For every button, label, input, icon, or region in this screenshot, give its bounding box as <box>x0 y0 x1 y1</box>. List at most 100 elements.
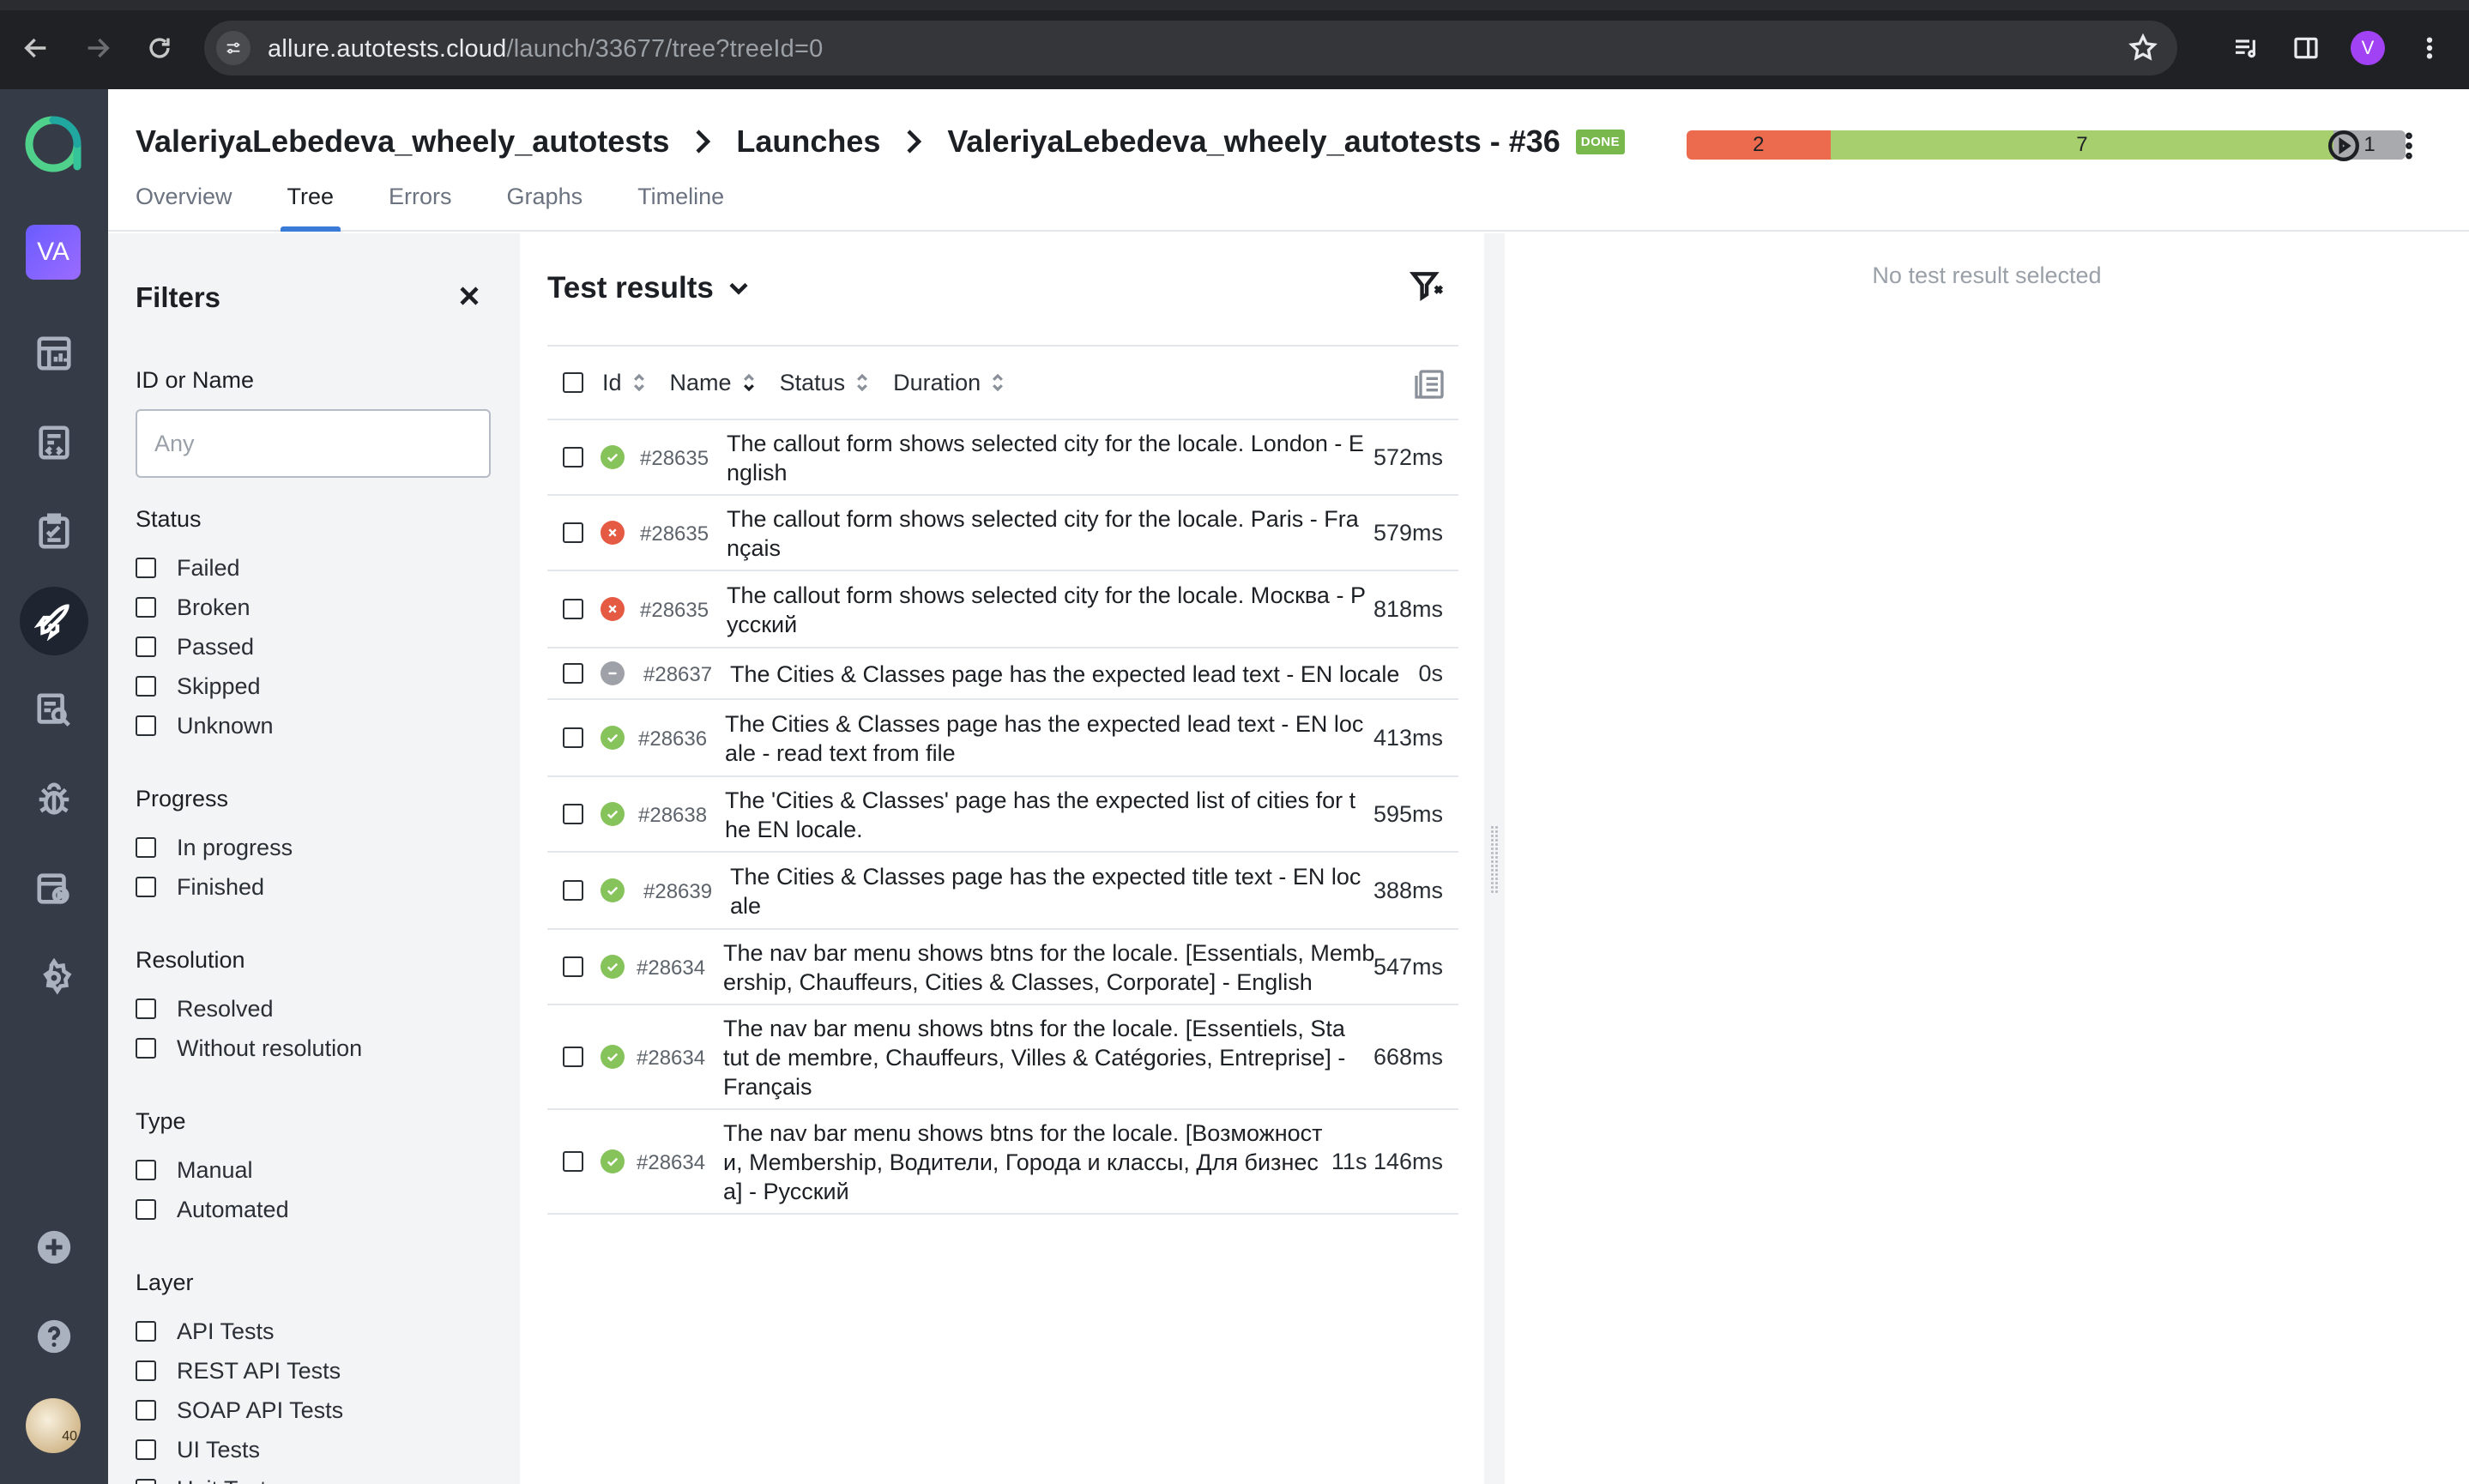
url-text[interactable]: allure.autotests.cloud/launch/33677/tree… <box>268 35 823 63</box>
filter-checkbox[interactable] <box>136 998 156 1019</box>
side-panel-button[interactable] <box>2285 27 2327 69</box>
address-bar[interactable]: allure.autotests.cloud/launch/33677/tree… <box>204 21 2177 75</box>
filter-checkbox[interactable] <box>136 1400 156 1421</box>
filter-option[interactable]: Manual <box>136 1150 289 1190</box>
row-checkbox[interactable] <box>563 1151 583 1172</box>
table-row[interactable]: #28634 The nav bar menu shows btns for th… <box>547 930 1458 1005</box>
panel-resize-handle[interactable] <box>1484 233 1505 1484</box>
breadcrumb-launches[interactable]: Launches <box>736 124 880 160</box>
forward-button[interactable] <box>77 27 118 69</box>
workspace-switcher[interactable]: VA <box>26 225 81 280</box>
row-checkbox[interactable] <box>563 599 583 619</box>
create-button[interactable] <box>20 1213 88 1282</box>
filter-option[interactable]: Finished <box>136 867 293 907</box>
table-row[interactable]: #28639 The Cities & Classes page has the … <box>547 853 1458 930</box>
filter-option[interactable]: Passed <box>136 627 274 667</box>
test-cases-icon <box>39 425 69 460</box>
table-row[interactable]: #28634 The nav bar menu shows btns for th… <box>547 1005 1458 1110</box>
filter-option[interactable]: Skipped <box>136 667 274 706</box>
filter-checkbox[interactable] <box>136 597 156 618</box>
select-all-checkbox[interactable] <box>563 372 583 393</box>
tab-errors[interactable]: Errors <box>389 184 452 232</box>
nav-analytics[interactable] <box>20 676 88 745</box>
filter-checkbox[interactable] <box>136 1038 156 1059</box>
bookmark-star-icon[interactable] <box>2128 33 2158 63</box>
reload-button[interactable] <box>139 27 180 69</box>
nav-jobs[interactable] <box>20 854 88 923</box>
filter-option[interactable]: REST API Tests <box>136 1351 343 1390</box>
launch-statistic-bar[interactable]: 2 7 1 <box>1687 130 2406 160</box>
reading-list-button[interactable] <box>2225 27 2267 69</box>
column-id[interactable]: Id <box>602 370 646 396</box>
rerun-button[interactable] <box>2321 124 2366 168</box>
allure-logo[interactable] <box>24 115 82 173</box>
filter-option[interactable]: Without resolution <box>136 1029 362 1068</box>
sort-icon <box>993 373 1004 392</box>
filter-checkbox[interactable] <box>136 558 156 578</box>
tab-graphs[interactable]: Graphs <box>507 184 583 232</box>
nav-defects[interactable] <box>20 765 88 834</box>
table-row[interactable]: #28635 The callout form shows selected ci… <box>547 496 1458 571</box>
row-checkbox[interactable] <box>563 880 583 901</box>
table-row[interactable]: #28636 The Cities & Classes page has the … <box>547 700 1458 777</box>
row-checkbox[interactable] <box>563 956 583 977</box>
nav-settings[interactable] <box>20 944 88 1012</box>
table-row[interactable]: #28634 The nav bar menu shows btns for th… <box>547 1110 1458 1215</box>
row-checkbox[interactable] <box>563 804 583 824</box>
nav-dashboards[interactable] <box>20 319 88 388</box>
filter-checkbox[interactable] <box>136 1439 156 1460</box>
filter-option[interactable]: SOAP API Tests <box>136 1390 343 1430</box>
close-filters-button[interactable] <box>448 274 491 317</box>
nav-launches[interactable] <box>20 587 88 655</box>
row-checkbox[interactable] <box>563 1047 583 1067</box>
filter-checkbox[interactable] <box>136 1199 156 1220</box>
table-row[interactable]: #28638 The 'Cities & Classes' page has th… <box>547 777 1458 853</box>
column-name[interactable]: Name <box>670 370 756 396</box>
column-settings-button[interactable] <box>1412 367 1446 401</box>
filter-option[interactable]: Unknown <box>136 706 274 745</box>
filter-option[interactable]: Broken <box>136 588 274 627</box>
filter-checkbox[interactable] <box>136 877 156 897</box>
table-row[interactable]: #28635 The callout form shows selected ci… <box>547 420 1458 496</box>
filter-option[interactable]: Resolved <box>136 989 362 1029</box>
filter-option[interactable]: Failed <box>136 548 274 588</box>
filter-checkbox[interactable] <box>136 676 156 697</box>
filter-checkbox[interactable] <box>136 1321 156 1342</box>
filter-checkbox[interactable] <box>136 1160 156 1180</box>
row-checkbox[interactable] <box>563 727 583 748</box>
filter-option[interactable]: In progress <box>136 828 293 867</box>
column-duration[interactable]: Duration <box>893 370 1005 396</box>
filter-option[interactable]: UI Tests <box>136 1430 343 1469</box>
filter-checkbox[interactable] <box>136 715 156 736</box>
table-row[interactable]: #28637 The Cities & Classes page has the … <box>547 648 1458 700</box>
launch-header: ValeriyaLebedeva_wheely_autotests Launch… <box>108 89 2469 232</box>
test-results-title[interactable]: Test results <box>547 271 752 305</box>
id-name-input[interactable]: Any <box>136 409 491 478</box>
filter-option[interactable]: API Tests <box>136 1312 343 1351</box>
profile-avatar[interactable]: V <box>2351 31 2385 65</box>
breadcrumb-project[interactable]: ValeriyaLebedeva_wheely_autotests <box>136 124 669 160</box>
nav-test-plans[interactable] <box>20 498 88 566</box>
row-checkbox[interactable] <box>563 447 583 468</box>
tab-timeline[interactable]: Timeline <box>637 184 724 232</box>
nav-test-cases[interactable] <box>20 408 88 477</box>
filter-checkbox[interactable] <box>136 837 156 858</box>
tab-overview[interactable]: Overview <box>136 184 232 232</box>
toggle-filters-button[interactable] <box>1409 268 1452 311</box>
launch-menu-button[interactable] <box>2387 124 2431 168</box>
filter-checkbox[interactable] <box>136 1479 156 1484</box>
back-button[interactable] <box>15 27 57 69</box>
filter-option[interactable]: Automated <box>136 1190 289 1229</box>
tab-tree[interactable]: Tree <box>280 184 341 232</box>
browser-menu-button[interactable] <box>2409 27 2450 69</box>
user-avatar[interactable]: 40 <box>26 1398 81 1453</box>
row-checkbox[interactable] <box>563 522 583 543</box>
site-info-icon[interactable] <box>216 31 251 65</box>
filter-checkbox[interactable] <box>136 1360 156 1381</box>
filter-option[interactable]: Unit Tests <box>136 1469 343 1484</box>
row-checkbox[interactable] <box>563 663 583 684</box>
filter-checkbox[interactable] <box>136 636 156 657</box>
help-button[interactable] <box>20 1302 88 1371</box>
table-row[interactable]: #28635 The callout form shows selected ci… <box>547 571 1458 648</box>
column-status[interactable]: Status <box>780 370 870 396</box>
